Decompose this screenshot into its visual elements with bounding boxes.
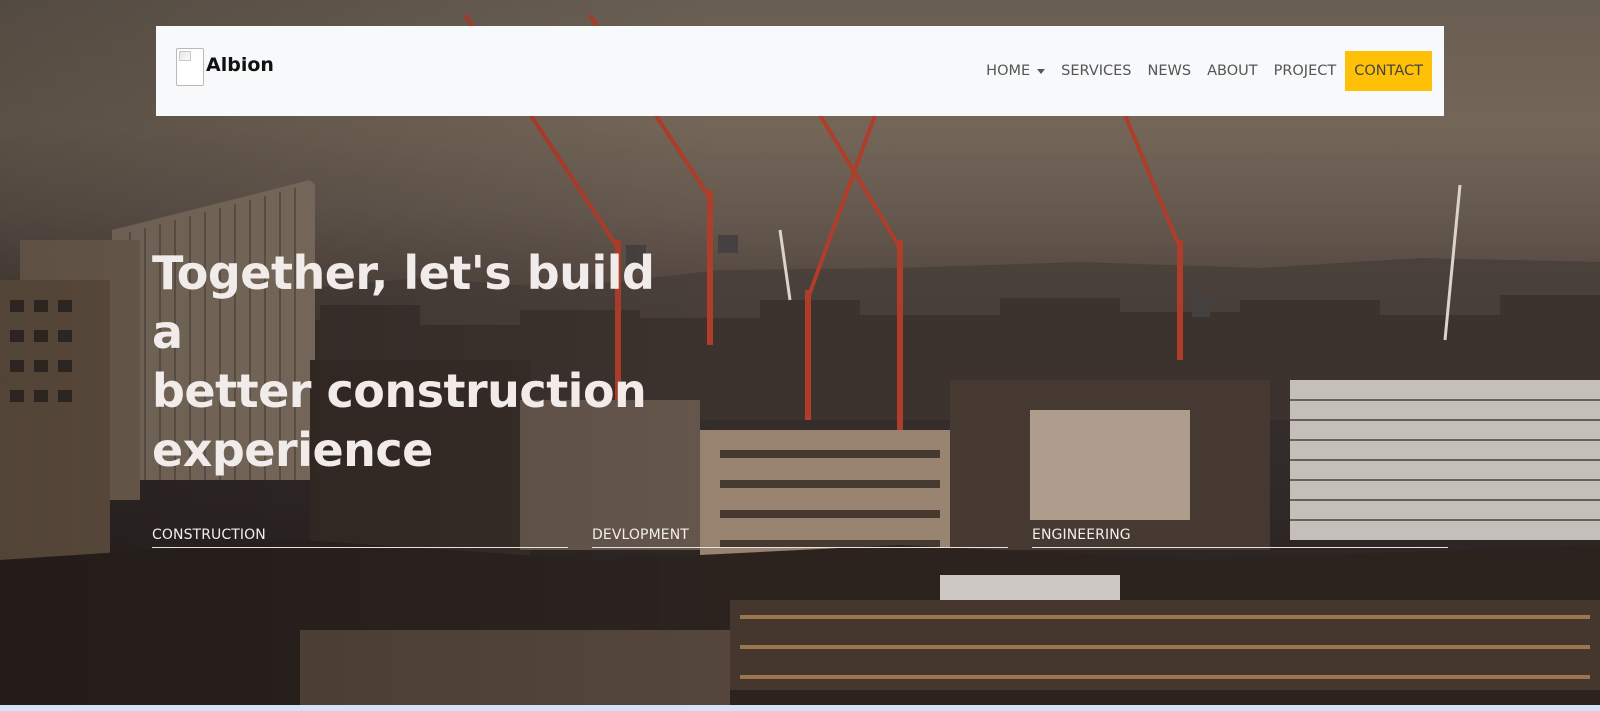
navbar: Albion HOME SERVICES NEWS ABOUT PROJECT … <box>156 26 1444 116</box>
service-label: DEVLOPMENT <box>592 527 689 543</box>
hero-title-line-3: experience <box>152 423 433 477</box>
nav-item-label: SERVICES <box>1061 63 1132 79</box>
brand-link[interactable]: Albion <box>176 48 274 86</box>
nav-item-label: ABOUT <box>1207 63 1258 79</box>
caret-down-icon <box>1037 69 1046 74</box>
nav-item-news[interactable]: NEWS <box>1140 51 1200 91</box>
service-engineering[interactable]: ENGINEERING <box>1032 524 1448 548</box>
nav-item-label: NEWS <box>1147 63 1192 79</box>
service-label: ENGINEERING <box>1032 527 1131 543</box>
nav-item-label: CONTACT <box>1354 63 1423 79</box>
nav-item-about[interactable]: ABOUT <box>1199 51 1266 91</box>
service-development[interactable]: DEVLOPMENT <box>592 524 1008 548</box>
hero-title-line-1: Together, let's build a <box>152 246 655 359</box>
service-construction[interactable]: CONSTRUCTION <box>152 524 568 548</box>
nav-item-label: PROJECT <box>1273 63 1337 79</box>
broken-image-icon <box>176 48 204 86</box>
nav-item-services[interactable]: SERVICES <box>1053 51 1139 91</box>
nav-item-project[interactable]: PROJECT <box>1266 51 1345 91</box>
hero-title-line-2: better construction <box>152 364 647 418</box>
nav-item-home[interactable]: HOME <box>978 51 1053 91</box>
service-label: CONSTRUCTION <box>152 527 266 543</box>
services-row: CONSTRUCTION DEVLOPMENT ENGINEERING <box>152 524 1448 548</box>
hero-title: Together, let's build a better construct… <box>152 244 672 480</box>
brand-name: Albion <box>206 54 274 76</box>
nav-item-label: HOME <box>986 63 1031 79</box>
nav-menu: HOME SERVICES NEWS ABOUT PROJECT CONTACT <box>978 51 1432 91</box>
nav-item-contact-button[interactable]: CONTACT <box>1345 51 1432 91</box>
